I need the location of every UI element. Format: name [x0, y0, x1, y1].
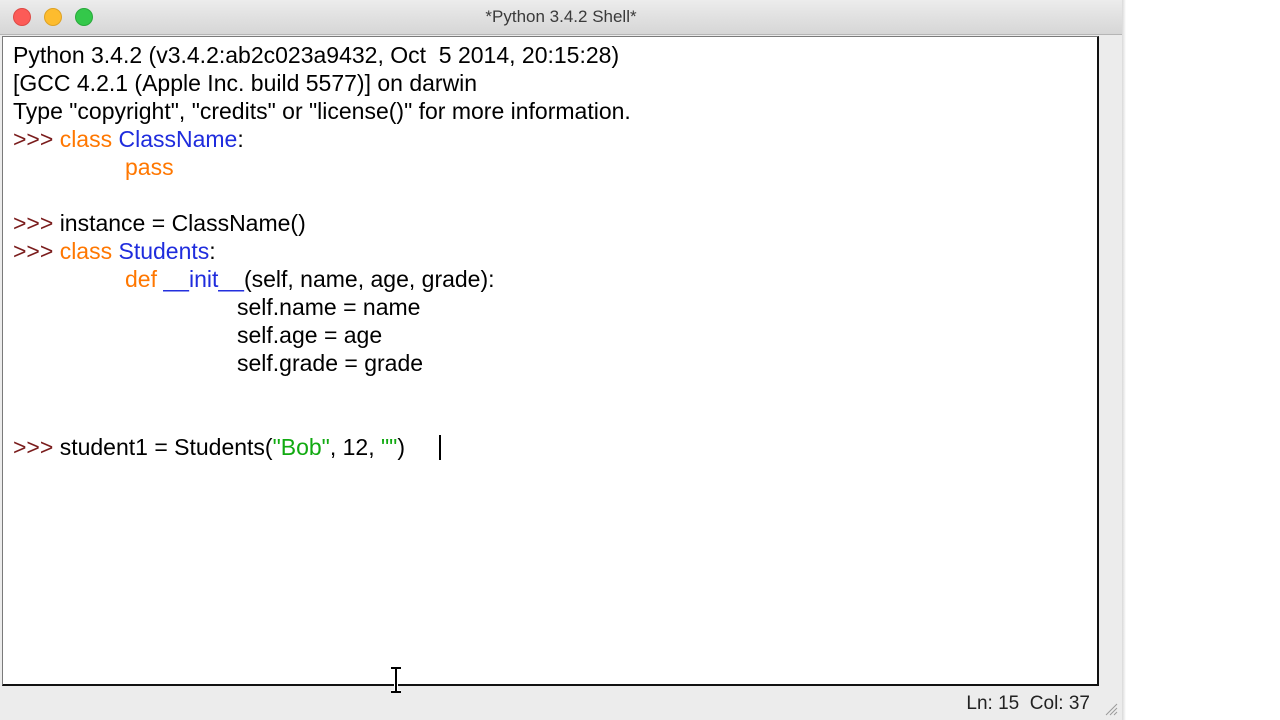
code-line-assign-grade: self.grade = grade [237, 350, 424, 376]
window-title: *Python 3.4.2 Shell* [485, 7, 637, 26]
init-parameters: (self, name, age, grade): [243, 266, 495, 292]
instance-statement: instance = ClassName() [59, 210, 306, 236]
status-bar: Ln: 15 Col: 37 [0, 688, 1122, 720]
function-name-init: __init__ [163, 266, 244, 292]
string-bob: "Bob" [272, 434, 330, 460]
banner-line-info: Type "copyright", "credits" or "license(… [13, 98, 631, 124]
keyword-pass: pass [125, 154, 174, 180]
shell-prompt: >>> [13, 210, 60, 236]
shell-prompt: >>> [13, 238, 60, 264]
close-paren: ) [397, 434, 406, 460]
shell-prompt: >>> [13, 126, 60, 152]
code-line-def-init: def __init__(self, name, age, grade): [125, 265, 495, 293]
code-line-assign-age: self.age = age [237, 322, 383, 348]
code-line-pass: pass [125, 153, 174, 181]
banner-line-version: Python 3.4.2 (v3.4.2:ab2c023a9432, Oct 5… [13, 42, 620, 68]
keyword-class: class [59, 126, 113, 152]
keyword-def: def [125, 266, 157, 292]
code-line-class-classname: >>> class ClassName: [13, 125, 244, 153]
code-line-class-students: >>> class Students: [13, 237, 216, 265]
line-column-indicator: Ln: 15 Col: 37 [966, 693, 1090, 714]
idle-shell-window: *Python 3.4.2 Shell* Python 3.4.2 (v3.4.… [0, 0, 1122, 720]
resize-grip-icon[interactable] [1104, 702, 1118, 716]
text-cursor-icon [391, 667, 401, 693]
string-empty: "" [381, 434, 398, 460]
window-shadow-edge [1122, 0, 1126, 720]
banner-line-compiler: [GCC 4.2.1 (Apple Inc. build 5577)] on d… [13, 70, 478, 96]
class-name-classname: ClassName [118, 126, 238, 152]
code-line-assign-name: self.name = name [237, 294, 421, 320]
colon: : [209, 238, 216, 264]
title-bar[interactable]: *Python 3.4.2 Shell* [0, 0, 1122, 35]
text-caret [439, 435, 441, 460]
colon: : [237, 126, 244, 152]
shell-text-area[interactable]: Python 3.4.2 (v3.4.2:ab2c023a9432, Oct 5… [2, 36, 1099, 686]
class-name-students: Students [118, 238, 210, 264]
code-line-student1[interactable]: >>> student1 = Students("Bob", 12, "") [13, 433, 405, 461]
code-line-instance: >>> instance = ClassName() [13, 209, 306, 237]
student-args: , 12, [329, 434, 382, 460]
student-assignment: student1 = Students( [59, 434, 273, 460]
keyword-class: class [59, 238, 113, 264]
shell-prompt: >>> [13, 434, 60, 460]
